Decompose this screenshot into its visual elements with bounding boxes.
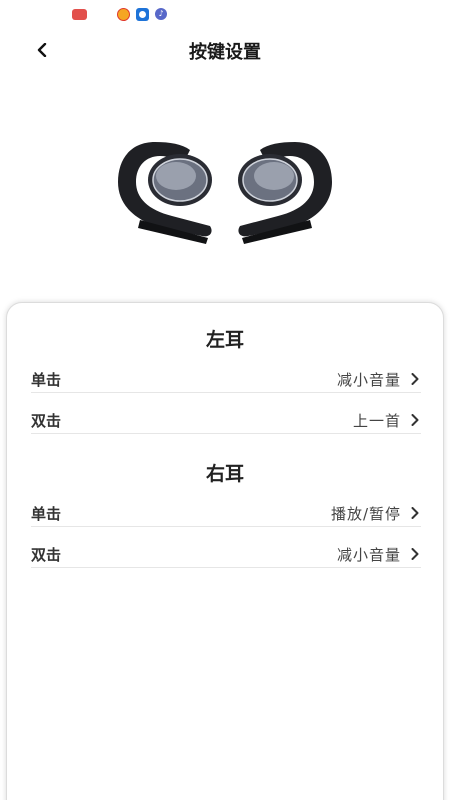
status-bar: ♪ — [72, 6, 167, 22]
music-notification-icon: ♪ — [155, 8, 167, 20]
left-ear-title: 左耳 — [205, 329, 244, 351]
settings-card: 左耳 单击 减小音量 双击 上一首 右耳 单击 播放/暂停 双击 减小音量 — [6, 302, 444, 800]
weibo-notification-icon — [117, 7, 130, 21]
app-notification-icon — [136, 7, 149, 21]
row-label: 单击 — [31, 504, 62, 523]
page-title: 按键设置 — [189, 42, 261, 63]
chevron-right-icon — [409, 547, 421, 561]
right-double-tap-row[interactable]: 双击 减小音量 — [31, 541, 421, 568]
right-ear-title: 右耳 — [205, 463, 244, 485]
row-value: 上一首 — [352, 411, 401, 430]
left-double-tap-row[interactable]: 双击 上一首 — [31, 407, 421, 434]
left-single-tap-row[interactable]: 单击 减小音量 — [31, 366, 421, 393]
row-value: 减小音量 — [336, 545, 401, 564]
chevron-right-icon — [409, 506, 421, 520]
key-settings-screen: ♪ 按键设置 左耳 单击 减小音量 双击 上一首 右耳 单击 播放/暂停 双击 … — [0, 0, 450, 800]
row-value: 播放/暂停 — [330, 504, 401, 523]
row-label: 双击 — [31, 411, 62, 430]
earbuds-product-image — [110, 120, 340, 260]
header: 按键设置 — [0, 34, 450, 66]
chevron-right-icon — [409, 413, 421, 427]
row-label: 双击 — [31, 545, 62, 564]
row-label: 单击 — [31, 370, 62, 389]
row-value: 减小音量 — [336, 370, 401, 389]
right-single-tap-row[interactable]: 单击 播放/暂停 — [31, 500, 421, 527]
chevron-right-icon — [409, 372, 421, 386]
status-app-icon — [72, 8, 87, 20]
